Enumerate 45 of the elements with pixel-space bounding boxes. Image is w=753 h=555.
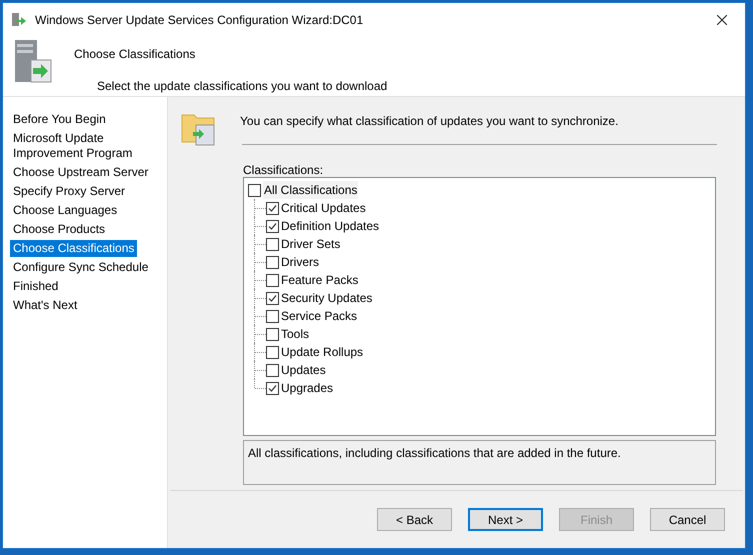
checkbox[interactable]: [266, 220, 279, 232]
sidebar-item[interactable]: Choose Upstream Server: [10, 164, 152, 181]
tree-item[interactable]: Drivers: [281, 253, 319, 271]
sidebar-item[interactable]: Choose Products: [10, 221, 108, 238]
sidebar-item[interactable]: Specify Proxy Server: [10, 183, 128, 200]
tree-item[interactable]: Tools: [281, 325, 310, 343]
checkbox[interactable]: [248, 184, 261, 196]
description-text: All classifications, including classifications that are added in the future.: [248, 446, 621, 460]
window-title: Windows Server Update Services Configuration Wizard:DC01: [35, 12, 364, 28]
tree-item[interactable]: Security Updates: [281, 289, 372, 307]
tree-item[interactable]: Updates: [281, 361, 326, 379]
page-subtitle: Select the update classifications you want to download: [97, 78, 388, 95]
checkbox[interactable]: [266, 364, 279, 376]
checkbox[interactable]: [266, 238, 279, 250]
sidebar-item[interactable]: Microsoft Update Improvement Program: [10, 130, 164, 162]
checkbox[interactable]: [266, 346, 279, 358]
classifications-label: Classifications:: [243, 163, 324, 177]
wizard-button[interactable]: Next >: [468, 508, 543, 531]
checkbox[interactable]: [266, 382, 279, 394]
sidebar-item[interactable]: What's Next: [10, 297, 80, 314]
sidebar-item[interactable]: Choose Languages: [10, 202, 120, 219]
close-icon: [717, 14, 727, 24]
tree-item[interactable]: All Classifications: [263, 181, 358, 199]
tree-item[interactable]: Upgrades: [281, 379, 334, 397]
tree-item[interactable]: Driver Sets: [281, 235, 340, 253]
checkbox[interactable]: [266, 328, 279, 340]
intro-text: You can specify what classification of updates you want to synchronize.: [240, 113, 620, 130]
checkbox[interactable]: [266, 202, 279, 214]
checkbox[interactable]: [266, 274, 279, 286]
tree-item[interactable]: Feature Packs: [281, 271, 358, 289]
tree-item[interactable]: Critical Updates: [281, 199, 366, 217]
tree-item[interactable]: Update Rollups: [281, 343, 364, 361]
checkbox[interactable]: [266, 292, 279, 304]
tree-item[interactable]: Definition Updates: [281, 217, 380, 235]
page-heading: Choose Classifications: [74, 46, 196, 63]
app-icon: [11, 12, 27, 28]
sidebar-item[interactable]: Finished: [10, 278, 62, 295]
sidebar-item[interactable]: Choose Classifications: [10, 240, 138, 257]
checkbox[interactable]: [266, 256, 279, 268]
sidebar-item[interactable]: Configure Sync Schedule: [10, 259, 152, 276]
wizard-button[interactable]: Cancel: [650, 508, 725, 531]
wizard-button[interactable]: < Back: [377, 508, 452, 531]
checkbox[interactable]: [266, 310, 279, 322]
sidebar-item[interactable]: Before You Begin: [10, 111, 109, 128]
tree-item[interactable]: Service Packs: [281, 307, 358, 325]
